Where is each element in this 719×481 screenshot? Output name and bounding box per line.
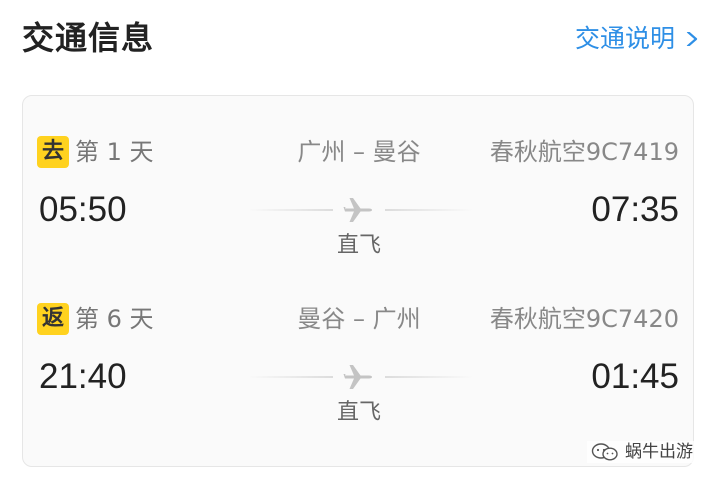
outbound-arrive-time: 07:35 [591, 190, 679, 229]
transport-explain-link[interactable]: 交通说明 [574, 20, 698, 58]
plane-icon [343, 365, 372, 389]
flight-leg-return[interactable]: 返 第 6 天 曼谷 – 广州 春秋航空9C7420 21:40 01:45 直… [23, 293, 695, 453]
return-day: 第 6 天 [75, 305, 154, 333]
outbound-airline: 春秋航空9C7419 [489, 138, 679, 166]
chevron-right-icon [686, 32, 698, 46]
outbound-depart-time: 05:50 [39, 190, 127, 229]
return-flight-type: 直飞 [336, 400, 381, 425]
return-airline: 春秋航空9C7420 [489, 305, 679, 333]
watermark: 蜗牛出游 [587, 441, 697, 463]
route-line-right [385, 376, 473, 378]
return-arrive-time: 01:45 [591, 357, 679, 396]
route-line-left [248, 209, 333, 211]
watermark-text: 蜗牛出游 [625, 442, 693, 462]
flight-card: 去 第 1 天 广州 – 曼谷 春秋航空9C7419 05:50 07:35 直… [22, 95, 694, 467]
section-title: 交通信息 [22, 19, 155, 57]
outbound-day: 第 1 天 [75, 138, 154, 166]
route-line-left [248, 376, 333, 378]
wechat-icon [591, 443, 618, 461]
return-depart-time: 21:40 [39, 357, 127, 396]
return-badge: 返 [37, 303, 69, 335]
transport-info-page: 交通信息 交通说明 去 第 1 天 广州 – 曼谷 春秋航空9C7419 05:… [0, 0, 719, 481]
transport-explain-label: 交通说明 [574, 24, 675, 53]
plane-icon [343, 198, 372, 222]
flight-leg-outbound[interactable]: 去 第 1 天 广州 – 曼谷 春秋航空9C7419 05:50 07:35 直… [23, 126, 695, 286]
route-line-right [385, 209, 473, 211]
outbound-badge: 去 [37, 136, 69, 168]
outbound-flight-type: 直飞 [336, 233, 381, 258]
